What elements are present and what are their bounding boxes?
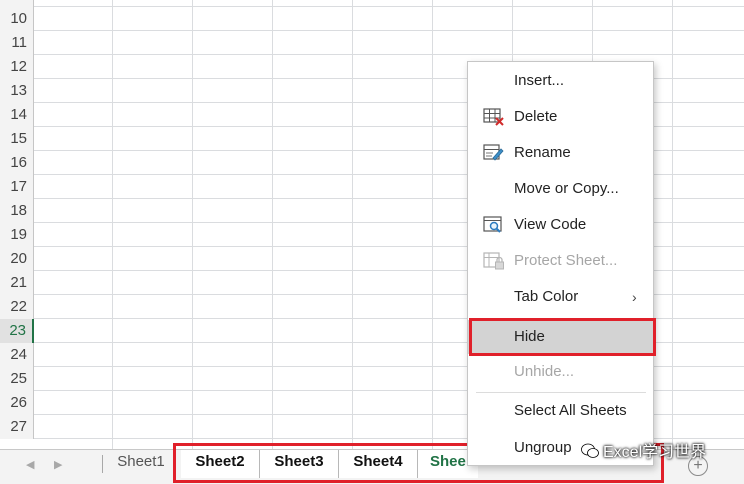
row-header[interactable]: 22 [0,295,34,319]
menu-item-label: Unhide... [514,363,575,380]
row-header[interactable]: 25 [0,367,34,391]
menu-item-insert[interactable]: Insert... [468,64,653,98]
menu-item-unhide[interactable]: Unhide... [468,355,653,389]
sheet-tab[interactable]: Sheet1 [104,450,178,478]
watermark: Excel学习世界 [581,441,706,465]
column-gridline [192,0,193,449]
menu-item-label: Hide [514,328,545,345]
submenu-arrow-icon: › [632,289,637,305]
menu-item-hide[interactable]: Hide [468,320,653,354]
row-header[interactable]: 21 [0,271,34,295]
menu-item-move-or-copy[interactable]: Move or Copy... [468,172,653,206]
menu-item-protect-sheet[interactable]: Protect Sheet... [468,244,653,278]
menu-item-tab-color[interactable]: Tab Color › [468,280,653,314]
menu-item-label: Select All Sheets [514,402,627,419]
sheet-tab[interactable]: Sheet3 [260,450,339,478]
rename-sheet-icon [483,144,504,161]
menu-item-select-all-sheets[interactable]: Select All Sheets [468,394,653,428]
row-header[interactable]: 11 [0,31,34,55]
column-gridline [272,0,273,449]
wechat-icon [581,443,599,458]
scroll-tabs-left-icon[interactable]: ◀ [26,456,34,474]
view-code-icon [483,216,502,233]
tab-separator [102,455,103,473]
row-header-active[interactable]: 23 [0,319,34,343]
column-gridline [352,0,353,449]
column-gridline [672,0,673,449]
row-header[interactable]: 13 [0,79,34,103]
row-header[interactable]: 10 [0,7,34,31]
row-header[interactable]: 19 [0,223,34,247]
row-header[interactable]: 27 [0,415,34,439]
scroll-tabs-right-icon[interactable]: ▶ [54,456,62,474]
row-header[interactable]: 17 [0,175,34,199]
row-header[interactable]: 24 [0,343,34,367]
row-header[interactable]: 26 [0,391,34,415]
protect-sheet-icon [483,252,504,270]
row-header[interactable]: 12 [0,55,34,79]
menu-separator [476,392,646,393]
menu-item-label: Tab Color [514,288,579,305]
menu-item-label: Rename [514,144,571,161]
menu-item-label: Delete [514,108,558,125]
row-header[interactable]: 14 [0,103,34,127]
menu-item-label: Ungroup [514,439,572,456]
menu-item-label: Move or Copy... [514,180,619,197]
column-gridline [432,0,433,449]
row-header[interactable]: 20 [0,247,34,271]
row-header[interactable]: 9 [0,0,34,7]
sheet-tab[interactable]: Sheet2 [181,450,260,478]
delete-sheet-icon [483,108,504,126]
row-header[interactable]: 16 [0,151,34,175]
menu-item-label: Insert... [514,72,565,89]
menu-item-delete[interactable]: Delete [468,100,653,134]
sheet-tab[interactable]: Sheet4 [339,450,418,478]
row-header[interactable]: 15 [0,127,34,151]
sheet-tab-context-menu: Insert... Delete Rename Move or Copy... [467,61,654,466]
menu-item-view-code[interactable]: View Code [468,208,653,242]
column-gridline [112,0,113,449]
watermark-text: Excel学习世界 [603,444,707,461]
menu-item-rename[interactable]: Rename [468,136,653,170]
row-header[interactable]: 18 [0,199,34,223]
menu-item-label: View Code [514,216,587,233]
menu-item-label: Protect Sheet... [514,252,618,269]
